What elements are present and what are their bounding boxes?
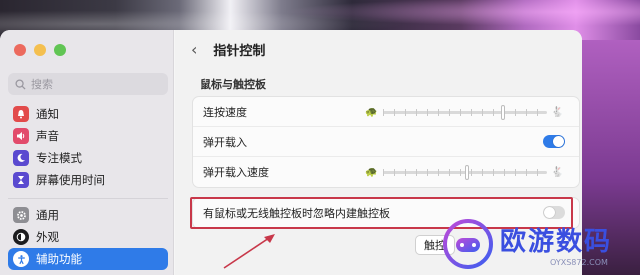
slider-track — [383, 164, 547, 180]
gamepad-logo-icon — [443, 219, 493, 269]
sidebar-item-focus[interactable]: 专注模式 — [8, 147, 168, 169]
settings-group: 连按速度 🐢 🐇 弹开载入 弹开载入速度 🐢 🐇 — [192, 96, 580, 188]
watermark-subtitle: OYXS872.COM — [550, 258, 608, 267]
sidebar-item-label: 屏幕使用时间 — [36, 173, 105, 187]
sidebar-item-label: 外观 — [36, 230, 59, 244]
sidebar-item-label: 通用 — [36, 208, 59, 222]
turtle-icon: 🐢 — [365, 166, 378, 178]
window-controls — [14, 44, 66, 56]
sidebar-item-screen-time[interactable]: 屏幕使用时间 — [8, 169, 168, 191]
back-chevron-icon[interactable]: ‹ — [191, 40, 197, 59]
spring-loading-speed-label: 弹开载入速度 — [203, 166, 269, 179]
double-click-speed-label: 连按速度 — [203, 105, 247, 119]
slider-knob[interactable] — [465, 164, 469, 180]
minimize-button[interactable] — [34, 44, 46, 56]
search-icon — [15, 78, 26, 90]
search-placeholder: 搜索 — [31, 78, 53, 91]
sidebar-item-appearance[interactable]: 外观 — [8, 226, 168, 248]
watermark-title: 欧游数码 — [500, 227, 613, 257]
sidebar-item-label: 声音 — [36, 129, 59, 143]
spring-loading-row: 弹开载入 — [193, 127, 579, 157]
sidebar-item-general[interactable]: 通用 — [8, 204, 168, 226]
rabbit-icon: 🐇 — [551, 166, 564, 178]
spring-loading-speed-slider[interactable]: 🐢 🐇 — [365, 164, 565, 180]
close-button[interactable] — [14, 44, 26, 56]
section-title: 鼠标与触控板 — [200, 78, 266, 91]
speaker-icon — [13, 128, 29, 144]
annotation-arrow-icon — [223, 234, 275, 269]
toolbar: ‹ 指针控制 — [175, 30, 582, 68]
sidebar-item-label: 专注模式 — [36, 151, 82, 165]
slider-knob[interactable] — [501, 104, 506, 120]
zoom-button[interactable] — [54, 44, 66, 56]
sidebar-item-accessibility[interactable]: 辅助功能 — [8, 248, 168, 270]
slider-track — [383, 104, 547, 120]
toggle-thumb — [553, 136, 564, 147]
hourglass-icon — [13, 172, 29, 188]
appearance-icon — [13, 229, 29, 245]
sidebar-divider — [8, 198, 168, 199]
slider-ticks — [383, 108, 547, 116]
sidebar-item-notifications[interactable]: 通知 — [8, 103, 168, 125]
sidebar: 搜索 通知 声音 专注模式 屏幕使用时间 通用 外观 辅助功能 — [0, 30, 174, 275]
spring-loading-speed-row: 弹开载入速度 🐢 🐇 — [193, 157, 579, 187]
turtle-icon: 🐢 — [365, 106, 378, 118]
page-title: 指针控制 — [213, 43, 266, 59]
watermark-text: 欧游数码 OYXS872.COM — [500, 221, 612, 267]
sidebar-item-label: 辅助功能 — [36, 252, 82, 266]
sidebar-item-label: 通知 — [36, 107, 59, 121]
sidebar-item-sound[interactable]: 声音 — [8, 125, 168, 147]
search-input[interactable]: 搜索 — [8, 73, 168, 95]
rabbit-icon: 🐇 — [551, 106, 564, 118]
watermark-logo: 欧游数码 OYXS872.COM — [442, 213, 640, 275]
spring-loading-label: 弹开载入 — [203, 135, 247, 149]
gear-icon — [13, 207, 29, 223]
moon-icon — [13, 150, 29, 166]
accessibility-icon — [13, 251, 29, 267]
bell-icon — [13, 106, 29, 122]
double-click-speed-row: 连按速度 🐢 🐇 — [193, 97, 579, 127]
double-click-speed-slider[interactable]: 🐢 🐇 — [365, 104, 565, 120]
spring-loading-toggle[interactable] — [543, 135, 565, 148]
